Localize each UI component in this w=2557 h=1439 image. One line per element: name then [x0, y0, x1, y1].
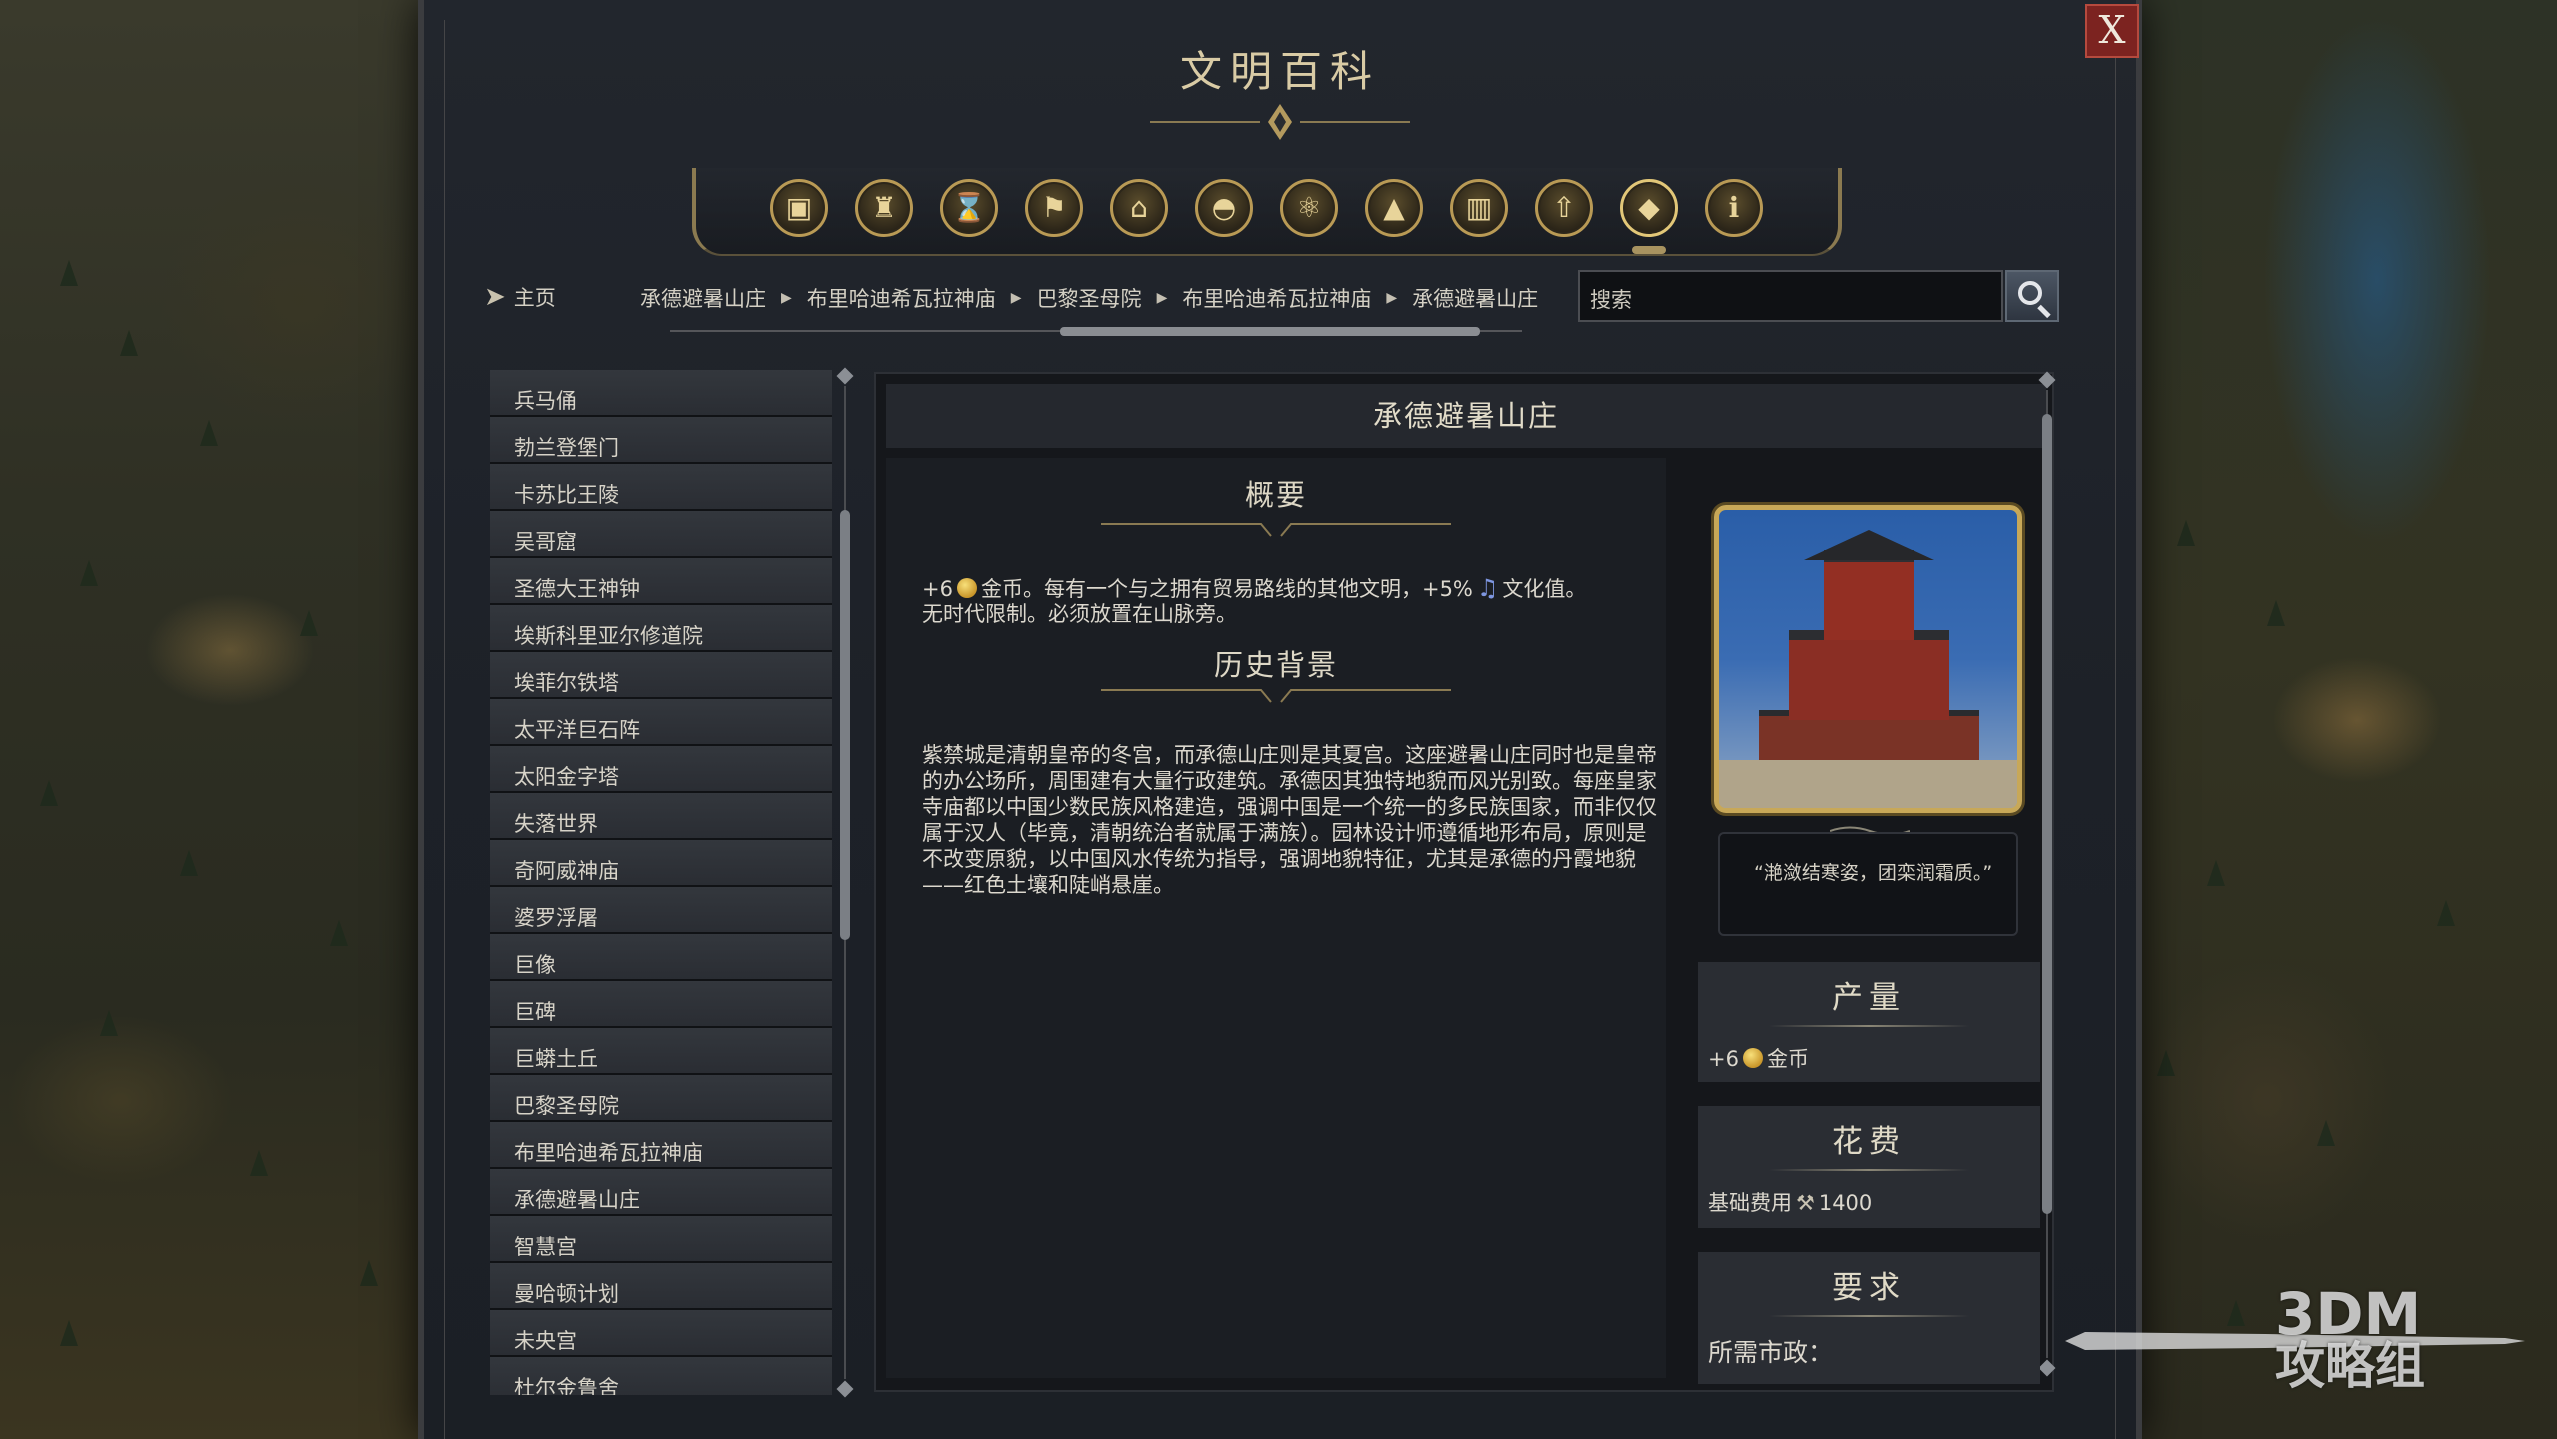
hammer-icon: ⚒ [1796, 1191, 1815, 1215]
overview-heading: 概要 [1244, 478, 1307, 512]
list-item[interactable]: 吴哥窟 [490, 511, 832, 558]
yield-amount: +6 [1708, 1047, 1739, 1071]
yield-value: +6 金币 [1698, 1027, 2040, 1073]
search-icon [2018, 281, 2042, 305]
search-button[interactable] [2005, 270, 2059, 322]
section-ornament [1101, 689, 1451, 703]
category-flag-icon[interactable]: ⚑ [1025, 179, 1083, 237]
watermark-line2: 攻略组 [2275, 1337, 2425, 1395]
breadcrumb: 承德避暑山庄 ▶ 布里哈迪希瓦拉神庙 ▶ 巴黎圣母院 ▶ 布里哈迪希瓦拉神庙 ▶ 承德避暑山庄 [640, 283, 1538, 313]
cost-label: 基础费用 [1708, 1191, 1792, 1215]
watermark-logo: 3DM 攻略组 [2065, 1270, 2525, 1410]
breadcrumb-separator-icon: ▶ [1010, 290, 1022, 306]
breadcrumb-separator-icon: ▶ [1156, 290, 1168, 306]
breadcrumb-item[interactable]: 布里哈迪希瓦拉神庙 [807, 283, 996, 313]
list-item[interactable]: 智慧宫 [490, 1216, 832, 1263]
title-ornament [1150, 104, 1410, 140]
category-atom-icon[interactable]: ⚛ [1280, 179, 1338, 237]
overview-culture-text: 文化值。 [1502, 577, 1587, 601]
map-background-right [2117, 0, 2557, 1439]
list-item[interactable]: 承德避暑山庄 [490, 1169, 832, 1216]
page-title: 文明百科 [1179, 47, 1380, 96]
list-item[interactable]: 太平洋巨石阵 [490, 699, 832, 746]
cost-box: 花费 基础费用 ⚒ 1400 [1698, 1106, 2040, 1228]
gold-icon [956, 578, 977, 598]
breadcrumb-item[interactable]: 承德避暑山庄 [640, 283, 766, 313]
gold-amount: +6 [922, 577, 953, 601]
list-item[interactable]: 失落世界 [490, 793, 832, 840]
overview-text: +6 金币。每有一个与之拥有贸易路线的其他文明，+5% ♫ 文化值。 无时代限制。必须… [922, 576, 1662, 627]
requirements-box: 要求 所需市政： [1698, 1252, 2040, 1384]
breadcrumb-separator-icon: ▶ [1386, 290, 1398, 306]
wonder-quote: “滟潋结寒姿，团栾润霜质。” [1718, 832, 2018, 936]
list-item[interactable]: 卡苏比王陵 [490, 464, 832, 511]
close-button[interactable]: X [2085, 4, 2139, 58]
breadcrumb-scroll-thumb[interactable] [1060, 327, 1480, 336]
category-hourglass-icon[interactable]: ⌛ [940, 179, 998, 237]
list-scrollbar[interactable] [836, 367, 854, 1398]
list-item[interactable]: 奇阿威神庙 [490, 840, 832, 887]
detail-scroll-thumb[interactable] [2042, 414, 2052, 1214]
list-item[interactable]: 埃斯科里亚尔修道院 [490, 605, 832, 652]
list-item[interactable]: 勃兰登堡门 [490, 417, 832, 464]
history-text: 紫禁城是清朝皇帝的冬宫，而承德山庄则是其夏宫。这座避暑山庄同时也是皇帝的办公场所… [922, 743, 1657, 897]
category-upgrade-icon[interactable]: ⇧ [1535, 179, 1593, 237]
list-item[interactable]: 兵马俑 [490, 370, 832, 417]
detail-title: 承德避暑山庄 [886, 384, 2046, 448]
detail-scrollbar[interactable] [2038, 371, 2056, 1377]
category-buildings-icon[interactable]: ▥ [1450, 179, 1508, 237]
list-item[interactable]: 杜尔金鲁舍 [490, 1357, 832, 1395]
list-item[interactable]: 未央宫 [490, 1310, 832, 1357]
back-arrow-icon: ➤ [484, 282, 506, 312]
breadcrumb-separator-icon: ▶ [781, 290, 792, 306]
cost-value: 基础费用 ⚒ 1400 [1698, 1171, 2040, 1217]
category-temple-icon[interactable]: ⌂ [1110, 179, 1168, 237]
category-dome-icon[interactable]: ◓ [1195, 179, 1253, 237]
yield-box: 产量 +6 金币 [1698, 962, 2040, 1082]
list-item[interactable]: 太阳金字塔 [490, 746, 832, 793]
wonder-list: 兵马俑 勃兰登堡门 卡苏比王陵 吴哥窟 圣德大王神钟 埃斯科里亚尔修道院 埃菲尔铁塔 太平洋巨… [490, 370, 832, 1395]
breadcrumb-scrollbar[interactable] [656, 326, 1536, 336]
wonder-portrait [1714, 505, 2022, 813]
list-item[interactable]: 布里哈迪希瓦拉神庙 [490, 1122, 832, 1169]
watermark-line1: 3DM [2275, 1280, 2422, 1348]
list-item[interactable]: 圣德大王神钟 [490, 558, 832, 605]
list-item[interactable]: 巨蟒土丘 [490, 1028, 832, 1075]
home-label: 主页 [513, 286, 556, 310]
list-scroll-thumb[interactable] [840, 510, 850, 940]
cost-heading: 花费 [1832, 1124, 1906, 1160]
requirements-label: 所需市政： [1708, 1338, 1834, 1367]
detail-body: 概要 +6 金币。每有一个与之拥有贸易路线的其他文明，+5% ♫ 文化值。 无时代限制… [886, 458, 1666, 1378]
search-input[interactable]: 搜索 [1578, 270, 2003, 322]
culture-icon: ♫ [1476, 574, 1499, 602]
breadcrumb-item[interactable]: 布里哈迪希瓦拉神庙 [1182, 283, 1371, 313]
overview-gold-text: 金币。每有一个与之拥有贸易路线的其他文明，+5% [980, 577, 1473, 601]
list-item[interactable]: 巴黎圣母院 [490, 1075, 832, 1122]
list-item[interactable]: 埃菲尔铁塔 [490, 652, 832, 699]
category-info-icon[interactable]: ℹ [1705, 179, 1763, 237]
watermark-text: 3DM 攻略组 [2275, 1280, 2425, 1395]
cost-amount: 1400 [1818, 1191, 1873, 1215]
category-mountains-icon[interactable]: ▲ [1365, 179, 1423, 237]
map-background-left [0, 0, 420, 1439]
section-ornament [1101, 523, 1451, 537]
overview-line2: 无时代限制。必须放置在山脉旁。 [922, 602, 1237, 626]
gold-icon [1742, 1048, 1763, 1068]
category-wonder-icon[interactable]: ◆ [1620, 179, 1678, 237]
list-item[interactable]: 巨像 [490, 934, 832, 981]
active-category-indicator [1632, 246, 1666, 254]
category-goblet-icon[interactable]: ♜ [855, 179, 913, 237]
list-item[interactable]: 曼哈顿计划 [490, 1263, 832, 1310]
home-link[interactable]: ➤ 主页 [484, 282, 556, 312]
history-heading: 历史背景 [1213, 648, 1338, 682]
category-resources-icon[interactable]: ▣ [770, 179, 828, 237]
yield-label: 金币 [1766, 1047, 1809, 1071]
yield-heading: 产量 [1832, 980, 1906, 1016]
list-item[interactable]: 巨碑 [490, 981, 832, 1028]
requirements-heading: 要求 [1832, 1270, 1906, 1306]
list-item[interactable]: 婆罗浮屠 [490, 887, 832, 934]
breadcrumb-item[interactable]: 巴黎圣母院 [1037, 283, 1142, 313]
category-toolbar: ▣ ♜ ⌛ ⚑ ⌂ ◓ ⚛ ▲ ▥ ⇧ ◆ ℹ [692, 168, 1842, 256]
breadcrumb-item[interactable]: 承德避暑山庄 [1412, 283, 1538, 313]
